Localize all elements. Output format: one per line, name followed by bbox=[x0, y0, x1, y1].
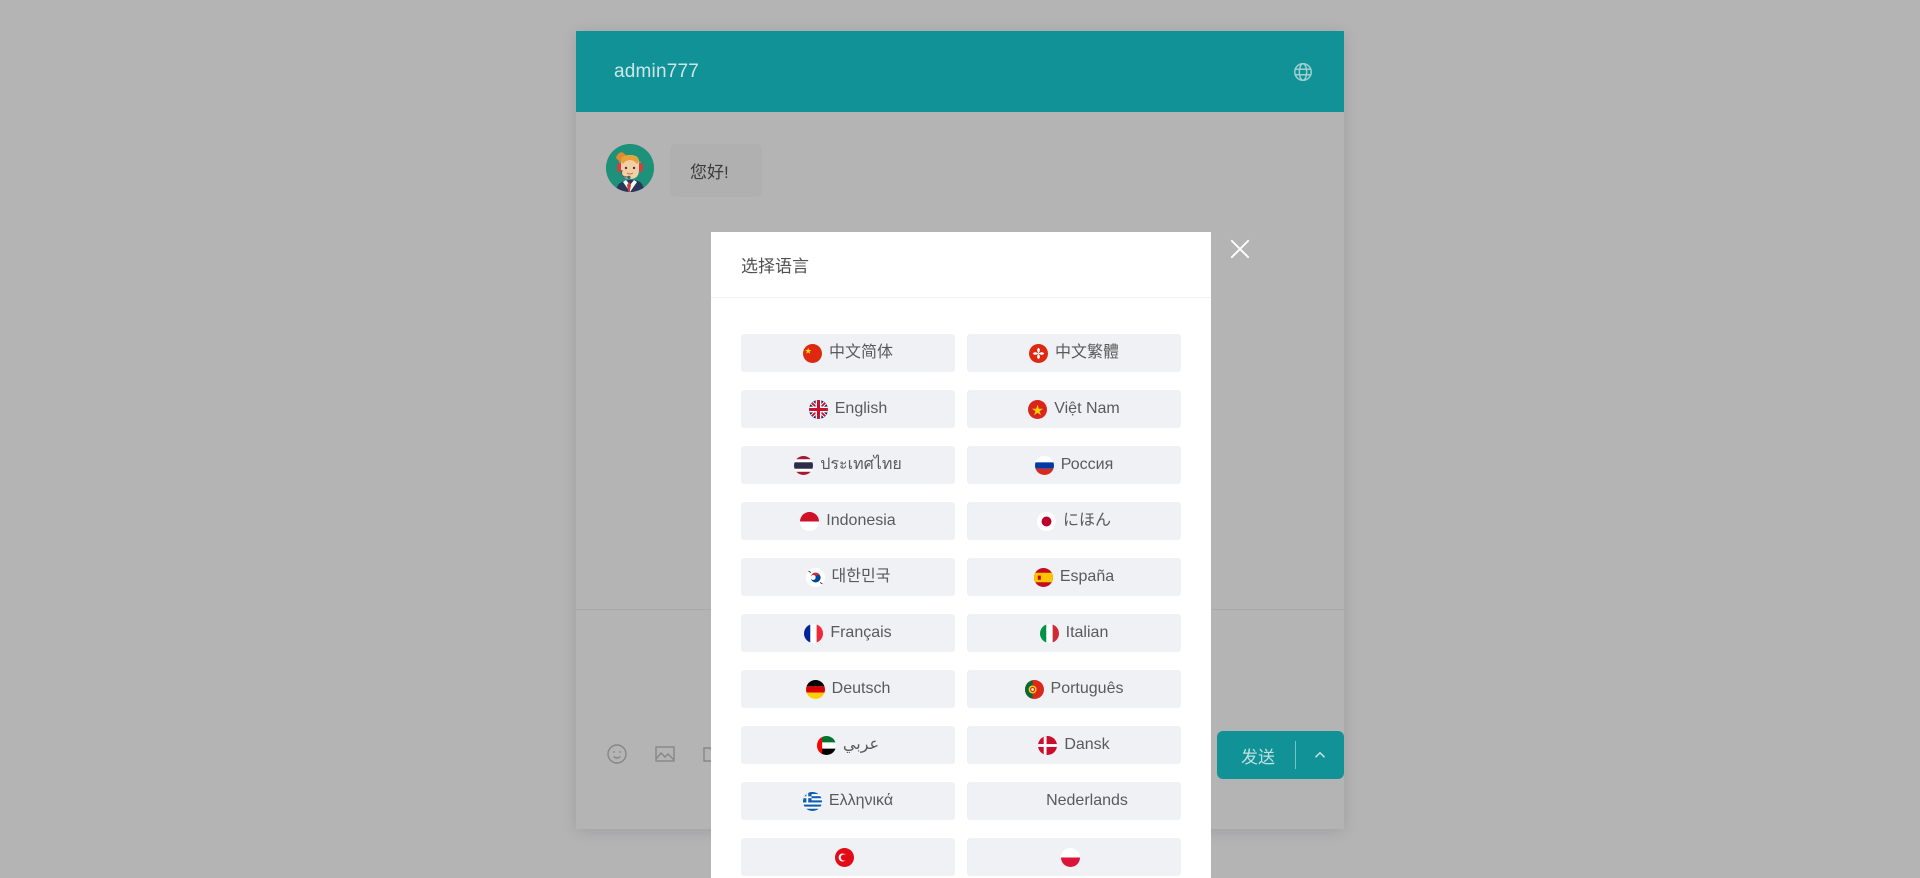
flag-icon-jp bbox=[1036, 511, 1056, 531]
language-option[interactable]: にほん bbox=[967, 502, 1181, 540]
language-option-label: Deutsch bbox=[831, 680, 891, 697]
language-option-label: 中文繁體 bbox=[1054, 344, 1119, 361]
language-option-label: Россия bbox=[1060, 456, 1114, 473]
language-option[interactable]: Français bbox=[741, 614, 955, 652]
flag-icon-cn bbox=[802, 343, 822, 363]
language-option[interactable]: Việt Nam bbox=[967, 390, 1181, 428]
language-option-label: Nederlands bbox=[1046, 792, 1128, 809]
language-option-label: にほん bbox=[1062, 512, 1111, 529]
language-option[interactable]: 中文简体 bbox=[741, 334, 955, 372]
flag-icon-th bbox=[794, 455, 814, 475]
language-grid: 中文简体 中文繁體 English Việt Nam ประเทศไทย Россия In… bbox=[711, 298, 1211, 876]
chat-toolbar bbox=[604, 741, 726, 767]
language-option-label: Việt Nam bbox=[1054, 400, 1120, 417]
support-agent-avatar bbox=[606, 144, 654, 192]
send-button[interactable]: 发送 bbox=[1217, 731, 1295, 779]
language-option[interactable]: Nederlands bbox=[967, 782, 1181, 820]
message-row: 您好! bbox=[606, 144, 1344, 197]
flag-icon-dk bbox=[1038, 735, 1058, 755]
language-option[interactable] bbox=[967, 838, 1181, 876]
language-option[interactable] bbox=[741, 838, 955, 876]
language-option-label: Português bbox=[1050, 680, 1124, 697]
flag-icon-it bbox=[1039, 623, 1059, 643]
send-button-group[interactable]: 发送 bbox=[1217, 731, 1344, 779]
language-option-label: Français bbox=[830, 624, 892, 641]
flag-icon-kr bbox=[805, 567, 825, 587]
language-option[interactable]: عربي bbox=[741, 726, 955, 764]
language-modal-header: 选择语言 bbox=[711, 232, 1211, 298]
chevron-up-icon[interactable] bbox=[1296, 731, 1344, 779]
emoji-icon[interactable] bbox=[604, 741, 630, 767]
flag-icon-pl bbox=[1061, 847, 1080, 867]
close-icon[interactable] bbox=[1224, 233, 1256, 265]
language-option[interactable]: ประเทศไทย bbox=[741, 446, 955, 484]
language-option[interactable]: English bbox=[741, 390, 955, 428]
screen: admin777 您好! 发送 选择语言 中文简体 中文繁體 English V… bbox=[0, 0, 1920, 878]
language-option-label: Ελληνικά bbox=[828, 792, 894, 809]
flag-icon-gr bbox=[802, 791, 822, 811]
message-text: 您好! bbox=[690, 163, 729, 182]
flag-icon-ae bbox=[816, 735, 836, 755]
chat-header: admin777 bbox=[576, 31, 1344, 112]
flag-icon-de bbox=[805, 679, 825, 699]
language-option[interactable]: Россия bbox=[967, 446, 1181, 484]
flag-icon-nl bbox=[1020, 792, 1039, 811]
flag-icon-tr bbox=[835, 847, 854, 867]
language-option[interactable]: España bbox=[967, 558, 1181, 596]
language-modal-title: 选择语言 bbox=[741, 257, 809, 276]
language-option[interactable]: 대한민국 bbox=[741, 558, 955, 596]
flag-icon-fr bbox=[804, 623, 824, 643]
message-bubble: 您好! bbox=[670, 144, 762, 197]
language-option-label: Indonesia bbox=[826, 512, 896, 529]
flag-icon-gb bbox=[808, 399, 828, 419]
language-option[interactable]: Ελληνικά bbox=[741, 782, 955, 820]
flag-icon-vn bbox=[1028, 399, 1048, 419]
language-option[interactable]: Deutsch bbox=[741, 670, 955, 708]
language-option-label: English bbox=[834, 400, 888, 417]
language-option-label: 中文简体 bbox=[828, 344, 893, 361]
flag-icon-ru bbox=[1034, 455, 1054, 475]
language-option[interactable]: Indonesia bbox=[741, 502, 955, 540]
image-icon[interactable] bbox=[652, 741, 678, 767]
flag-icon-id bbox=[800, 511, 820, 531]
chat-username: admin777 bbox=[614, 60, 700, 82]
language-option[interactable]: Dansk bbox=[967, 726, 1181, 764]
language-option-label: Italian bbox=[1065, 624, 1109, 641]
flag-icon-es bbox=[1033, 567, 1053, 587]
language-option-label: 대한민국 bbox=[831, 568, 891, 585]
language-option-label: ประเทศไทย bbox=[820, 456, 902, 473]
flag-icon-hk bbox=[1028, 343, 1048, 363]
language-option-label: Dansk bbox=[1064, 736, 1110, 753]
language-option[interactable]: Italian bbox=[967, 614, 1181, 652]
globe-icon[interactable] bbox=[1288, 57, 1318, 87]
language-option[interactable]: 中文繁體 bbox=[967, 334, 1181, 372]
language-option-label: España bbox=[1059, 568, 1115, 585]
language-option[interactable]: Português bbox=[967, 670, 1181, 708]
flag-icon-pt bbox=[1024, 679, 1044, 699]
language-option-label: عربي bbox=[842, 736, 880, 753]
language-modal: 选择语言 中文简体 中文繁體 English Việt Nam ประเทศไทย Рос… bbox=[711, 232, 1211, 878]
